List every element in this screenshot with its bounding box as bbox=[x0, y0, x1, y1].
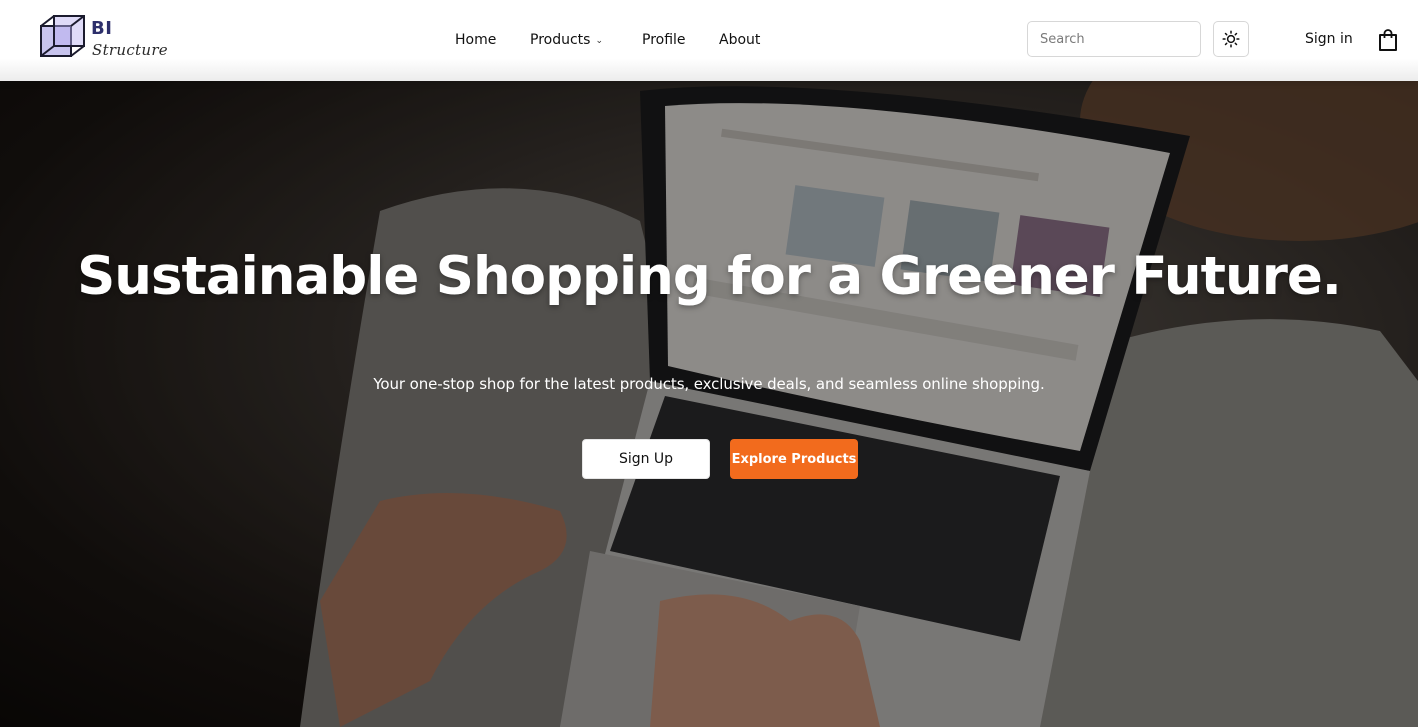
nav-home-label: Home bbox=[455, 32, 497, 48]
shopping-bag-icon[interactable] bbox=[1377, 28, 1399, 52]
nav-profile[interactable]: Profile bbox=[642, 32, 686, 48]
nav-products-label: Products bbox=[530, 32, 591, 48]
nav-about[interactable]: About bbox=[719, 32, 760, 48]
nav-products[interactable]: Products ⌄ bbox=[530, 32, 603, 48]
cube-logo-icon bbox=[40, 15, 85, 57]
hero-overlay bbox=[0, 81, 1418, 727]
sun-icon bbox=[1222, 30, 1240, 48]
hero-title: Sustainable Shopping for a Greener Futur… bbox=[77, 246, 1342, 307]
brand-logo[interactable]: BI Structure bbox=[40, 14, 170, 64]
sign-up-button[interactable]: Sign Up bbox=[582, 439, 710, 479]
top-navbar: BI Structure Home Products ⌄ Profile Abou… bbox=[0, 0, 1418, 81]
brand-name-structure: Structure bbox=[92, 41, 168, 59]
nav-about-label: About bbox=[719, 32, 761, 48]
theme-toggle-button[interactable] bbox=[1213, 21, 1249, 57]
sign-in-link[interactable]: Sign in bbox=[1305, 31, 1353, 47]
hero-subtitle: Your one-stop shop for the latest produc… bbox=[373, 375, 1045, 393]
explore-products-button[interactable]: Explore Products bbox=[730, 439, 858, 479]
chevron-down-icon: ⌄ bbox=[595, 36, 603, 46]
nav-profile-label: Profile bbox=[642, 32, 686, 48]
hero-section: Sustainable Shopping for a Greener Futur… bbox=[0, 81, 1418, 727]
brand-name-bi: BI bbox=[91, 18, 113, 39]
search-input[interactable] bbox=[1027, 21, 1201, 57]
nav-home[interactable]: Home bbox=[455, 32, 496, 48]
